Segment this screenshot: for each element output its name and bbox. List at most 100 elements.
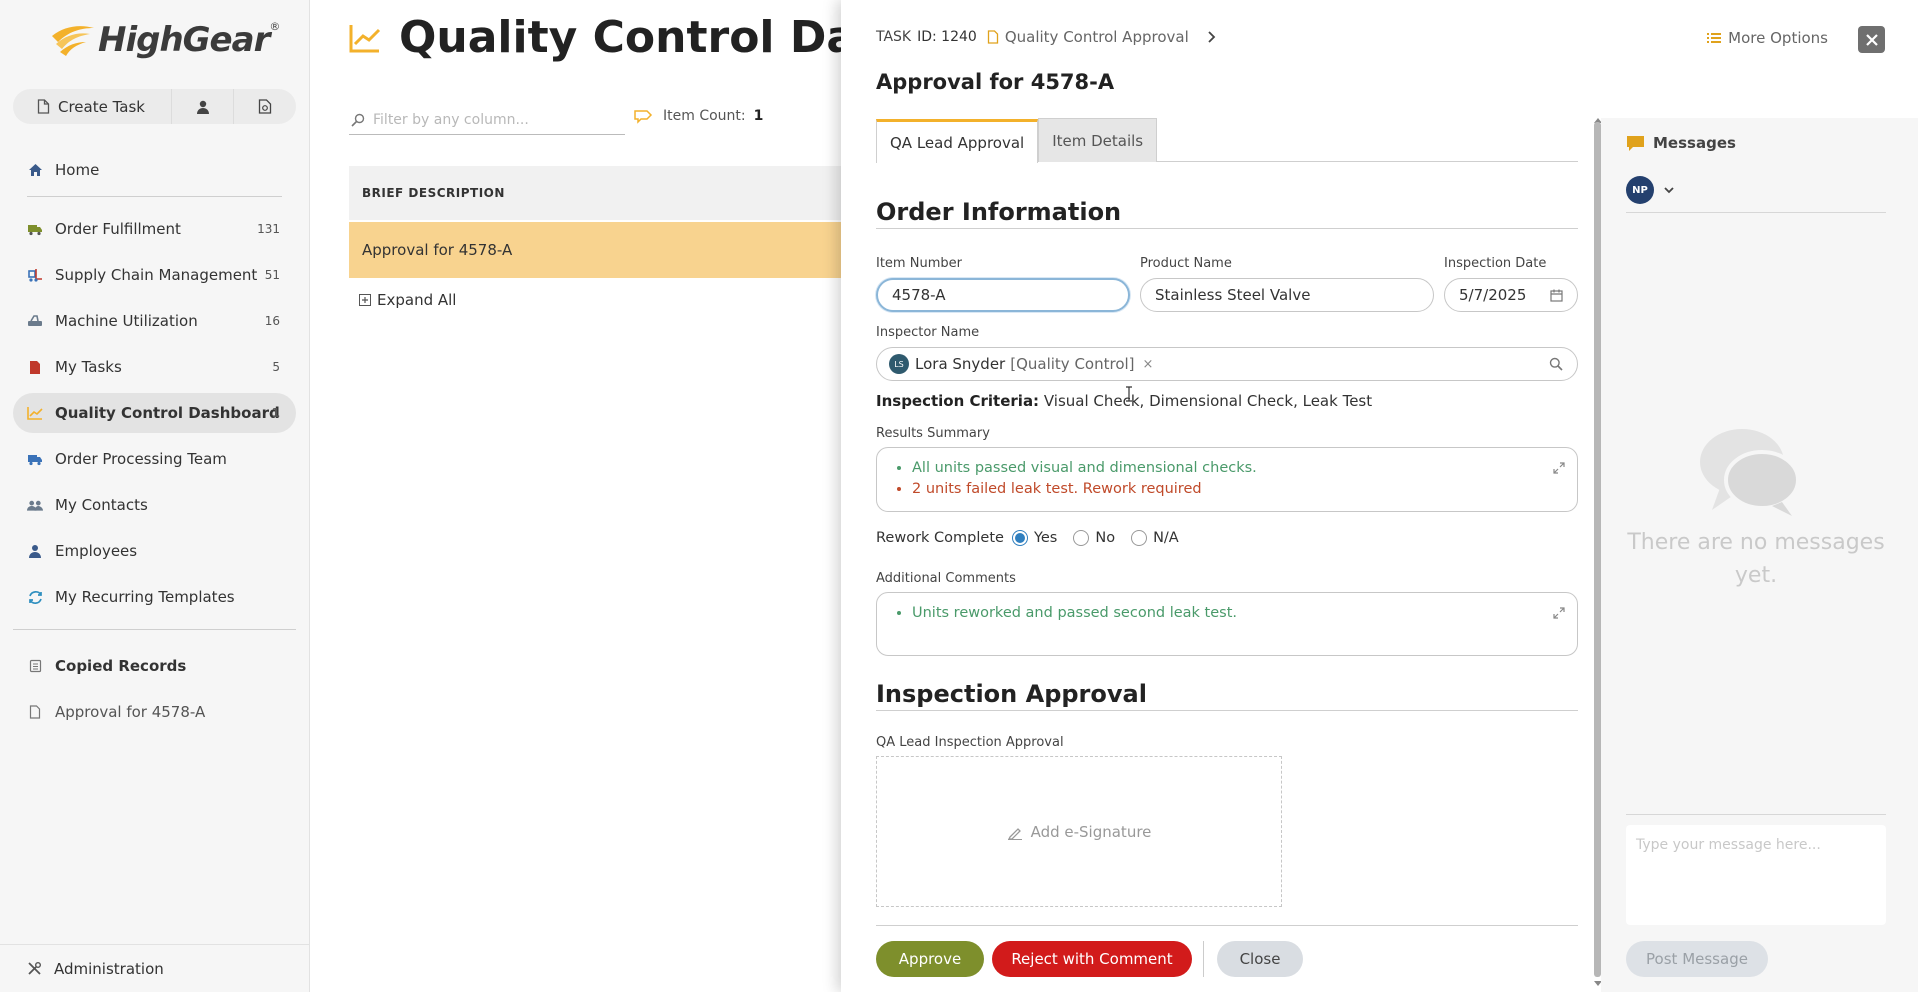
search-icon: [351, 113, 365, 127]
remove-inspector-button[interactable]: ×: [1143, 357, 1154, 372]
logo-swoosh-icon: [52, 26, 94, 56]
sidebar-item-supply-chain[interactable]: Supply Chain Management 51: [13, 255, 296, 295]
comments-list: Units reworked and passed second leak te…: [877, 593, 1577, 624]
task-title: Approval for 4578-A: [876, 70, 1115, 94]
sidebar-action-bar: Create Task: [13, 89, 296, 124]
item-number-label: Item Number: [876, 256, 962, 271]
expand-editor-icon[interactable]: [1553, 462, 1565, 474]
column-header-brief-description[interactable]: BRIEF DESCRIPTION: [349, 166, 841, 220]
item-count-value: 1: [753, 108, 764, 124]
table-row[interactable]: Approval for 4578-A: [349, 222, 841, 278]
nav-count-badge: 131: [257, 222, 280, 236]
nav-divider: [13, 629, 296, 630]
post-message-button[interactable]: Post Message: [1626, 941, 1768, 977]
product-name-input[interactable]: [1155, 286, 1419, 304]
search-icon[interactable]: [1549, 357, 1563, 371]
inspector-avatar: LS: [889, 354, 909, 374]
rework-na-radio[interactable]: N/A: [1131, 530, 1179, 546]
sidebar-item-my-recurring-templates[interactable]: My Recurring Templates: [13, 577, 296, 617]
item-number-input[interactable]: [892, 286, 1114, 304]
create-task-button[interactable]: Create Task: [13, 89, 171, 124]
sidebar-item-machine-utilization[interactable]: Machine Utilization 16: [13, 301, 296, 341]
sidebar-item-order-processing-team[interactable]: Order Processing Team: [13, 439, 296, 479]
sidebar-item-my-contacts[interactable]: My Contacts: [13, 485, 296, 525]
chevron-right-icon[interactable]: [1207, 31, 1217, 43]
additional-comments-editor[interactable]: Units reworked and passed second leak te…: [876, 592, 1578, 656]
tools-icon: [27, 961, 42, 976]
contact-button[interactable]: [171, 89, 233, 124]
product-name-label: Product Name: [1140, 256, 1232, 271]
close-button[interactable]: Close: [1217, 941, 1303, 977]
sidebar-item-my-tasks[interactable]: My Tasks 5: [13, 347, 296, 387]
delivery-truck-icon: [27, 451, 43, 467]
user-avatar: NP: [1626, 176, 1654, 204]
add-e-signature-button[interactable]: Add e-Signature: [876, 756, 1282, 907]
item-count: Item Count: 1: [633, 108, 763, 124]
order-information-heading: Order Information: [876, 198, 1578, 229]
task-panel: TASK ID: 1240 Quality Control Approval M…: [841, 0, 1918, 992]
inspection-date-input[interactable]: [1459, 286, 1539, 304]
administration-label: Administration: [54, 959, 164, 978]
highgear-logo[interactable]: HighGear ®: [50, 18, 280, 62]
message-user-selector[interactable]: NP: [1626, 176, 1674, 204]
sidebar-item-label: Supply Chain Management: [55, 266, 258, 284]
sidebar-item-label: Order Processing Team: [55, 450, 227, 468]
approve-button[interactable]: Approve: [876, 941, 984, 977]
form-scrollbar[interactable]: [1594, 122, 1601, 977]
copied-record-label: Approval for 4578-A: [55, 703, 206, 721]
copied-records-header[interactable]: Copied Records: [13, 646, 296, 686]
message-input[interactable]: [1626, 825, 1886, 925]
administration-link[interactable]: Administration: [0, 944, 310, 992]
text-cursor-icon: [1126, 386, 1132, 402]
breadcrumb-label: Quality Control Approval: [1004, 28, 1189, 46]
sidebar-item-order-fulfillment[interactable]: Order Fulfillment 131: [13, 209, 296, 249]
inspection-date-label: Inspection Date: [1444, 256, 1547, 271]
more-options-button[interactable]: More Options: [1707, 29, 1828, 47]
breadcrumb-template-link[interactable]: Quality Control Approval: [987, 28, 1189, 46]
line-chart-icon: [27, 405, 43, 421]
expand-editor-icon[interactable]: [1553, 607, 1565, 619]
inspection-date-field[interactable]: [1444, 278, 1578, 312]
sidebar-item-quality-control-dashboard[interactable]: Quality Control Dashboard 1: [13, 393, 296, 433]
task-breadcrumb: TASK ID: 1240 Quality Control Approval: [876, 28, 1217, 46]
tab-item-details[interactable]: Item Details: [1038, 118, 1158, 162]
task-document-icon: [27, 359, 43, 375]
line-chart-icon: [349, 24, 381, 52]
footer-divider: [876, 925, 1578, 926]
tab-qa-lead-approval[interactable]: QA Lead Approval: [876, 119, 1039, 163]
empty-messages-text: There are no messages yet.: [1627, 530, 1885, 588]
radio-label: N/A: [1153, 530, 1179, 546]
expand-all-button[interactable]: Expand All: [359, 291, 456, 309]
copy-record-button[interactable]: [233, 89, 295, 124]
messages-divider: [1626, 212, 1886, 213]
sidebar-item-employees[interactable]: Employees: [13, 531, 296, 571]
radio-indicator: [1011, 530, 1028, 546]
close-panel-button[interactable]: [1858, 26, 1885, 53]
inspector-role: [Quality Control]: [1010, 355, 1135, 373]
sidebar-item-home[interactable]: Home: [13, 150, 296, 190]
document-search-icon: [258, 99, 271, 114]
rework-yes-radio[interactable]: Yes: [1011, 530, 1057, 546]
sidebar-item-label: Home: [55, 161, 100, 179]
e-signature-label: Add e-Signature: [1030, 822, 1152, 841]
results-summary-editor[interactable]: All units passed visual and dimensional …: [876, 447, 1578, 512]
inspector-name-field[interactable]: LS Lora Snyder [Quality Control] ×: [876, 347, 1578, 381]
product-name-field[interactable]: [1140, 278, 1434, 312]
person-icon: [196, 100, 209, 114]
chat-bubble-icon: [1627, 135, 1644, 151]
rework-complete-label: Rework Complete: [876, 530, 1004, 546]
inspection-criteria-value: Visual Check, Dimensional Check, Leak Te…: [1043, 392, 1373, 410]
reject-with-comment-button[interactable]: Reject with Comment: [992, 941, 1192, 977]
item-number-field[interactable]: [876, 278, 1130, 312]
rework-complete-group: Rework Complete Yes No N/A: [876, 530, 1179, 546]
qa-lead-approval-label: QA Lead Inspection Approval: [876, 735, 1064, 750]
document-icon: [987, 30, 998, 44]
calendar-icon[interactable]: [1550, 289, 1563, 302]
expand-all-label: Expand All: [377, 291, 457, 309]
radio-indicator: [1131, 530, 1148, 546]
machine-icon: [27, 313, 43, 329]
copied-record-item[interactable]: Approval for 4578-A: [13, 692, 296, 732]
filter-input[interactable]: [373, 111, 603, 128]
rework-no-radio[interactable]: No: [1073, 530, 1115, 546]
people-icon: [27, 497, 43, 513]
